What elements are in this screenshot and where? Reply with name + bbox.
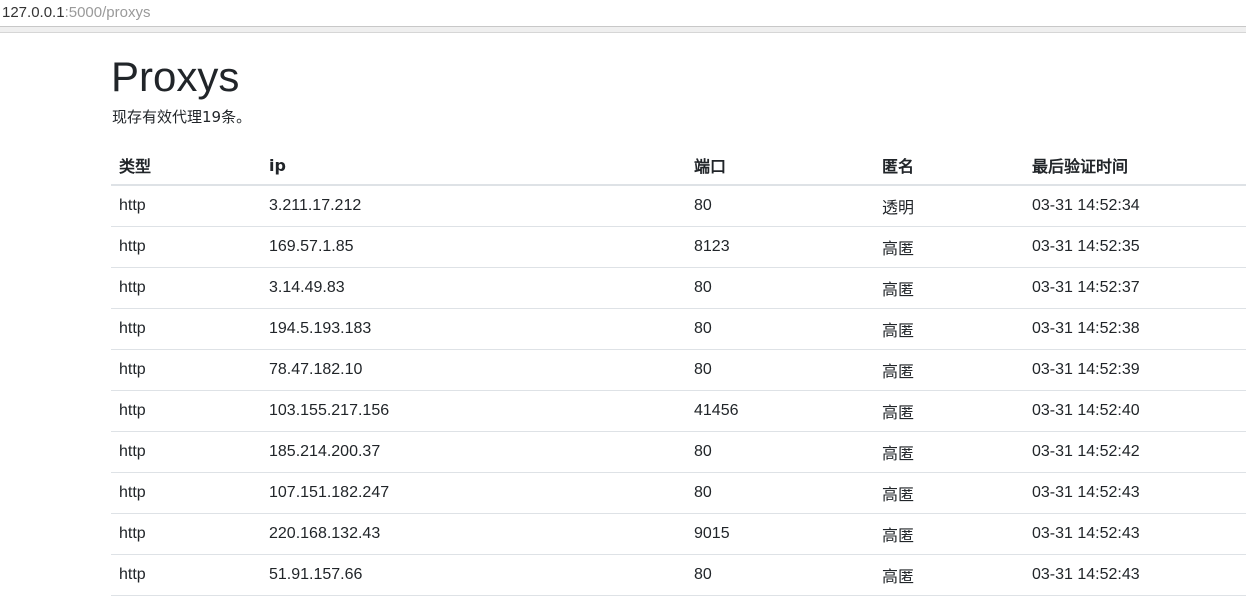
cell-type: http	[111, 472, 261, 514]
cell-type: http	[111, 431, 261, 473]
cell-port: 80	[686, 431, 874, 473]
cell-type: http	[111, 308, 261, 350]
table-row: http 3.14.49.83 80 高匿 03-31 14:52:37	[111, 267, 1246, 309]
cell-type: http	[111, 226, 261, 268]
cell-last-checked: 03-31 14:52:43	[1024, 472, 1246, 514]
cell-type: http	[111, 349, 261, 391]
cell-ip: 220.168.132.43	[261, 513, 686, 555]
url-path: :5000/proxys	[64, 4, 151, 21]
cell-type: http	[111, 554, 261, 596]
cell-last-checked: 03-31 14:52:38	[1024, 308, 1246, 350]
column-header-ip: ip	[261, 146, 686, 186]
cell-anonymity: 高匿	[874, 431, 1024, 473]
address-bar[interactable]: 127.0.0.1:5000/proxys	[0, 0, 1246, 27]
cell-anonymity: 高匿	[874, 349, 1024, 391]
cell-last-checked: 03-31 14:52:37	[1024, 267, 1246, 309]
cell-port: 80	[686, 185, 874, 227]
cell-port: 80	[686, 308, 874, 350]
cell-type: http	[111, 267, 261, 309]
cell-last-checked: 03-31 14:52:43	[1024, 554, 1246, 596]
proxy-table: 类型 ip 端口 匿名 最后验证时间 http 3.211.17.212 80 …	[111, 146, 1246, 596]
table-header-row: 类型 ip 端口 匿名 最后验证时间	[111, 146, 1246, 186]
cell-anonymity: 高匿	[874, 554, 1024, 596]
cell-anonymity: 高匿	[874, 390, 1024, 432]
cell-last-checked: 03-31 14:52:35	[1024, 226, 1246, 268]
cell-ip: 194.5.193.183	[261, 308, 686, 350]
toolbar-divider	[0, 27, 1246, 33]
column-header-port: 端口	[686, 146, 874, 186]
cell-port: 80	[686, 472, 874, 514]
table-row: http 194.5.193.183 80 高匿 03-31 14:52:38	[111, 308, 1246, 350]
cell-last-checked: 03-31 14:52:43	[1024, 513, 1246, 555]
cell-ip: 185.214.200.37	[261, 431, 686, 473]
cell-ip: 51.91.157.66	[261, 554, 686, 596]
cell-ip: 3.211.17.212	[261, 185, 686, 227]
cell-ip: 169.57.1.85	[261, 226, 686, 268]
table-row: http 220.168.132.43 9015 高匿 03-31 14:52:…	[111, 513, 1246, 555]
cell-ip: 103.155.217.156	[261, 390, 686, 432]
table-row: http 169.57.1.85 8123 高匿 03-31 14:52:35	[111, 226, 1246, 268]
cell-last-checked: 03-31 14:52:40	[1024, 390, 1246, 432]
cell-port: 80	[686, 554, 874, 596]
cell-anonymity: 高匿	[874, 308, 1024, 350]
cell-port: 80	[686, 349, 874, 391]
proxy-table-body: http 3.211.17.212 80 透明 03-31 14:52:34 h…	[111, 185, 1246, 596]
table-row: http 107.151.182.247 80 高匿 03-31 14:52:4…	[111, 472, 1246, 514]
table-row: http 185.214.200.37 80 高匿 03-31 14:52:42	[111, 431, 1246, 473]
cell-last-checked: 03-31 14:52:42	[1024, 431, 1246, 473]
table-row: http 103.155.217.156 41456 高匿 03-31 14:5…	[111, 390, 1246, 432]
cell-last-checked: 03-31 14:52:39	[1024, 349, 1246, 391]
cell-port: 41456	[686, 390, 874, 432]
table-row: http 78.47.182.10 80 高匿 03-31 14:52:39	[111, 349, 1246, 391]
page-title: Proxys	[111, 53, 240, 100]
cell-port: 8123	[686, 226, 874, 268]
cell-type: http	[111, 513, 261, 555]
column-header-anonymity: 匿名	[874, 146, 1024, 186]
column-header-type: 类型	[111, 146, 261, 186]
cell-ip: 78.47.182.10	[261, 349, 686, 391]
cell-ip: 3.14.49.83	[261, 267, 686, 309]
main-content: Proxys 现存有效代理19条。 类型 ip 端口 匿名 最后验证时间 htt…	[111, 50, 1246, 596]
cell-port: 9015	[686, 513, 874, 555]
cell-anonymity: 高匿	[874, 226, 1024, 268]
cell-anonymity: 高匿	[874, 267, 1024, 309]
column-header-last-checked: 最后验证时间	[1024, 146, 1246, 186]
cell-type: http	[111, 390, 261, 432]
cell-anonymity: 透明	[874, 185, 1024, 227]
table-row: http 3.211.17.212 80 透明 03-31 14:52:34	[111, 185, 1246, 227]
cell-anonymity: 高匿	[874, 472, 1024, 514]
cell-type: http	[111, 185, 261, 227]
cell-ip: 107.151.182.247	[261, 472, 686, 514]
table-row: http 51.91.157.66 80 高匿 03-31 14:52:43	[111, 554, 1246, 596]
cell-anonymity: 高匿	[874, 513, 1024, 555]
cell-port: 80	[686, 267, 874, 309]
proxy-count-summary: 现存有效代理19条。	[112, 108, 252, 126]
cell-last-checked: 03-31 14:52:34	[1024, 185, 1246, 227]
url-host: 127.0.0.1	[2, 4, 65, 21]
